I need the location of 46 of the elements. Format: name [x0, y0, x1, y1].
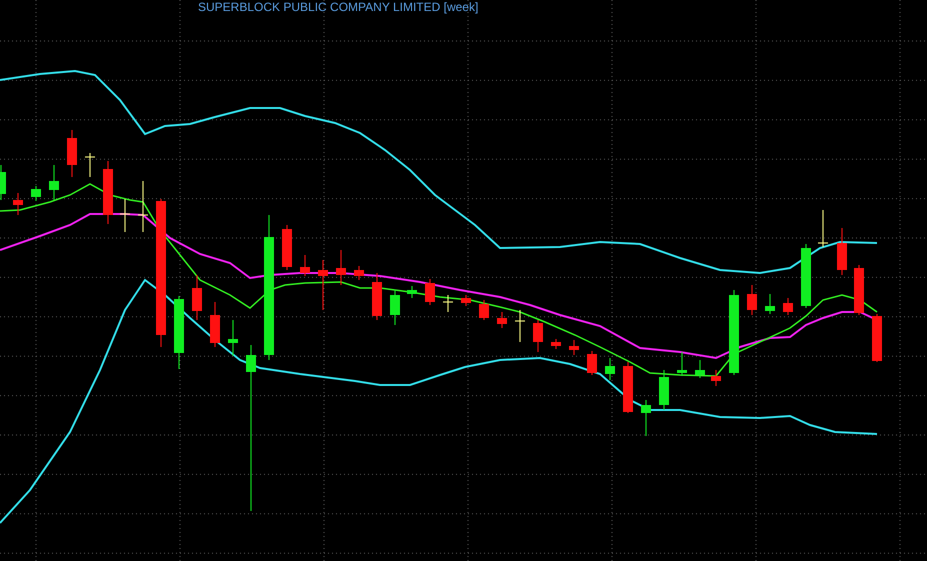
candlestick [818, 210, 828, 248]
candlestick [765, 294, 775, 314]
candlestick [138, 180, 148, 232]
candlestick [461, 294, 471, 306]
candlestick [390, 290, 400, 326]
candlestick [783, 298, 793, 316]
candlestick [533, 320, 543, 352]
candlestick [479, 300, 489, 320]
candlestick [801, 244, 811, 308]
candlestick [120, 198, 130, 232]
candlestick [605, 358, 615, 380]
candlestick [372, 272, 382, 320]
candlestick [31, 186, 41, 202]
candlestick [228, 320, 238, 356]
candlestick [300, 254, 310, 276]
candlestick [13, 192, 23, 216]
candlestick [837, 228, 847, 276]
candlestick [318, 260, 328, 310]
candlestick [659, 370, 669, 410]
candlestick [711, 370, 721, 386]
candlestick [84, 152, 96, 178]
candlestick [514, 310, 526, 342]
candlestick [587, 350, 597, 376]
candlestick [49, 164, 59, 200]
candlestick [551, 338, 561, 350]
candlestick [569, 340, 579, 356]
candlestick [354, 266, 364, 280]
candlestick [695, 360, 705, 378]
candlestick [425, 278, 435, 306]
candlestick [192, 274, 202, 320]
candlestick [442, 294, 454, 312]
candlestick [336, 250, 346, 286]
candlestick [282, 224, 292, 270]
candlestick [677, 352, 687, 376]
candlestick [210, 302, 220, 348]
candlestick [747, 284, 757, 316]
candlestick [67, 130, 77, 178]
candlestick [641, 400, 651, 436]
candlestick [103, 160, 113, 224]
chart-title: SUPERBLOCK PUBLIC COMPANY LIMITED [week] [198, 0, 478, 14]
candlestick [854, 264, 864, 316]
candlestick [0, 164, 6, 200]
candlestick [497, 312, 507, 328]
candlestick [623, 362, 633, 414]
candlestick [872, 314, 882, 362]
candlestick [407, 286, 417, 298]
